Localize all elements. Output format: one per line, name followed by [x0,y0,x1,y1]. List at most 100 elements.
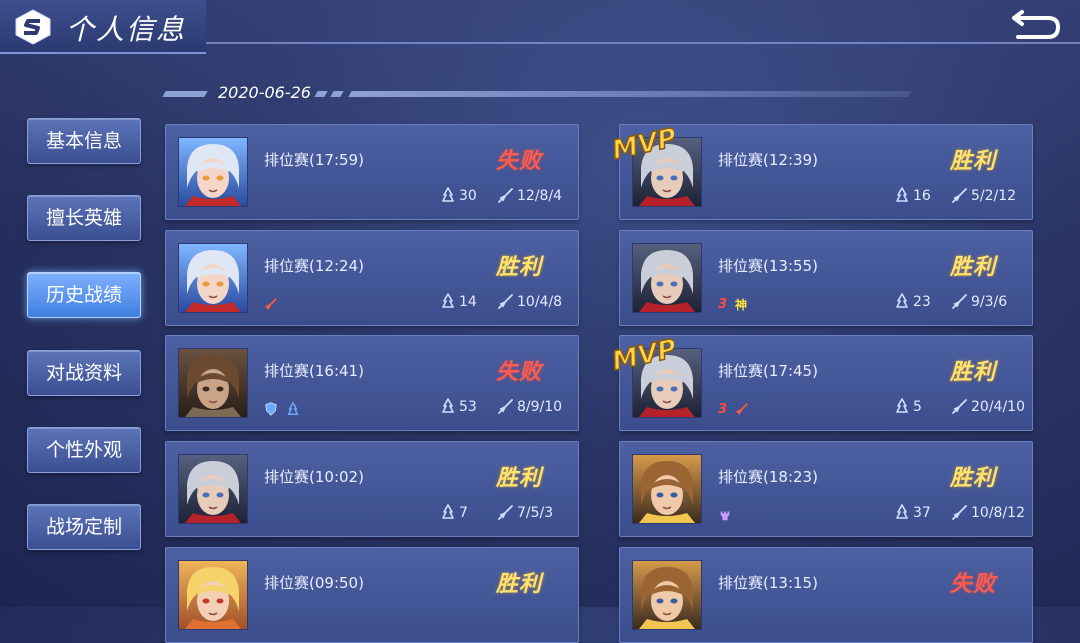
team-stat: 16 [894,187,931,204]
kda-value: 20/4/10 [971,399,1025,415]
sword-icon [498,399,517,415]
kda-stat: 10/8/12 [952,504,1025,521]
match-mode-time: 排位赛(17:59) [264,151,364,169]
hero-avatar [178,560,248,630]
flame-icon [736,403,748,415]
kda-stat: 9/3/6 [952,293,1007,310]
match-card[interactable]: MVP 排位赛(17:45) 胜利 3 5 20/4/10 [609,333,1033,431]
kda-value: 10/4/8 [517,294,563,310]
godlike-badge: 神 [735,297,748,312]
sidebar-item-match-history[interactable]: 历史战绩 [27,272,141,318]
header: 个人信息 [0,0,1080,54]
sword-icon [952,505,971,521]
match-result: 胜利 [950,255,997,280]
sword-icon [498,505,517,521]
match-card[interactable]: 排位赛(12:24) 胜利 14 10/4/8 [165,230,579,326]
mvp-icon: MVP [609,122,680,166]
support-icon [287,402,299,415]
achievement-badges: 3神 [718,295,747,313]
team-stat-value: 37 [913,505,931,521]
team-stat: 53 [440,398,477,415]
team-stat-value: 7 [459,505,468,521]
team-stat-value: 5 [913,399,922,415]
game-logo-icon [15,9,51,45]
triple-kill-badge: 3 [718,401,728,417]
kda-value: 8/9/10 [517,399,563,415]
team-stat-value: 30 [459,188,477,204]
date-label: 2020-06-26 [218,83,311,102]
match-card[interactable]: MVP 排位赛(12:39) 胜利 16 5/2/12 [609,122,1033,220]
header-divider [206,42,1080,44]
sidebar-item-appearance[interactable]: 个性外观 [27,427,141,473]
match-card[interactable]: 排位赛(09:50) 胜利 [165,547,579,643]
hero-avatar [178,243,248,313]
match-result: 失败 [496,149,543,174]
match-result: 胜利 [496,572,543,597]
match-mode-time: 排位赛(10:02) [264,468,364,486]
kda-stat: 8/9/10 [498,398,562,415]
hero-avatar [178,348,248,418]
page-title: 个人信息 [66,13,187,46]
match-result: 胜利 [950,466,997,491]
team-icon [894,187,913,204]
match-result: 失败 [496,360,543,385]
back-arrow-icon[interactable] [1008,4,1064,44]
hero-avatar [632,560,702,630]
team-icon [440,398,459,415]
team-icon [440,187,459,204]
kda-value: 10/8/12 [971,505,1025,521]
sidebar-item-basic-info[interactable]: 基本信息 [27,118,141,164]
match-result: 失败 [950,572,997,597]
kda-value: 9/3/6 [971,294,1008,310]
date-bar-decoration [314,91,328,97]
sword-icon [498,294,517,310]
match-mode-time: 排位赛(12:39) [718,151,818,169]
match-card[interactable]: 排位赛(10:02) 胜利 7 7/5/3 [165,441,579,537]
kda-stat: 12/8/4 [498,187,562,204]
match-result: 胜利 [496,466,543,491]
team-stat: 14 [440,293,477,310]
kda-stat: 10/4/8 [498,293,562,310]
date-bar-decoration [348,91,912,97]
match-card[interactable]: 排位赛(13:55) 胜利 3神 23 9/3/6 [619,230,1033,326]
hero-avatar [632,243,702,313]
sidebar-item-battle-data[interactable]: 对战资料 [27,350,141,396]
team-stat: 23 [894,293,931,310]
team-stat-value: 16 [913,188,931,204]
team-stat-value: 14 [459,294,477,310]
sidebar-item-skilled-heroes[interactable]: 擅长英雄 [27,195,141,241]
team-icon [894,293,913,310]
title-panel: 个人信息 [0,0,206,54]
svg-text:MVP: MVP [610,336,674,376]
match-card[interactable]: 排位赛(16:41) 失败 53 8/9/10 [165,335,579,431]
match-result: 胜利 [496,255,543,280]
match-card[interactable]: 排位赛(17:59) 失败 30 12/8/4 [165,124,579,220]
team-icon [440,504,459,521]
match-mode-time: 排位赛(16:41) [264,362,364,380]
triple-kill-badge: 3 [718,296,728,312]
team-stat-value: 23 [913,294,931,310]
sidebar-item-battlefield-custom[interactable]: 战场定制 [27,504,141,550]
mvp-icon: MVP [609,333,680,377]
match-mode-time: 排位赛(09:50) [264,574,364,592]
achievement-badges [264,400,300,418]
achievement-badges [718,506,732,524]
team-stat: 7 [440,504,468,521]
match-card[interactable]: 排位赛(13:15) 失败 [619,547,1033,643]
match-mode-time: 排位赛(13:55) [718,257,818,275]
match-mode-time: 排位赛(13:15) [718,574,818,592]
svg-text:MVP: MVP [610,125,674,165]
sword-icon [952,294,971,310]
kda-stat: 5/2/12 [952,187,1016,204]
sword-icon [952,188,971,204]
achievement-badges: 3 [718,400,749,418]
date-bar-decoration [162,91,208,97]
match-card[interactable]: 排位赛(18:23) 胜利 37 10/8/12 [619,441,1033,537]
team-icon [440,293,459,310]
flame-icon [265,298,277,310]
date-separator: 2020-06-26 [162,82,914,104]
hero-avatar [178,137,248,207]
hero-avatar [178,454,248,524]
kda-stat: 7/5/3 [498,504,553,521]
hero-avatar [632,454,702,524]
